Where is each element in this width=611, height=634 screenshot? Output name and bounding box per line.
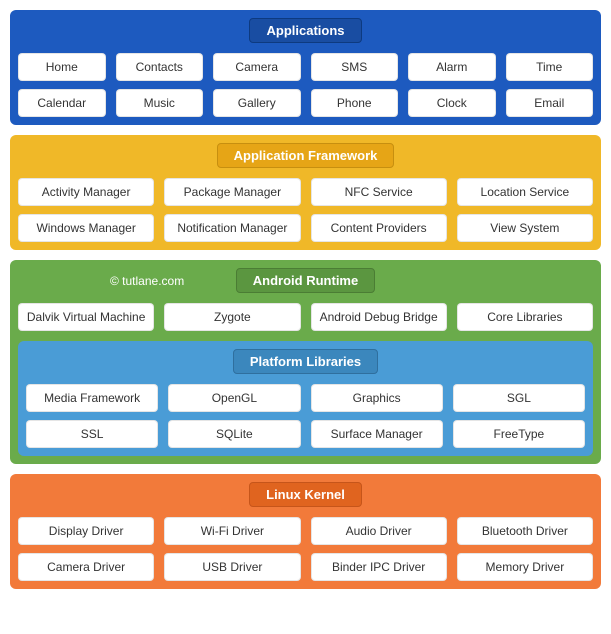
kn-binder-ipc-driver: Binder IPC Driver bbox=[311, 553, 447, 581]
app-sms: SMS bbox=[311, 53, 399, 81]
rt-dalvik: Dalvik Virtual Machine bbox=[18, 303, 154, 331]
kn-wifi-driver: Wi-Fi Driver bbox=[164, 517, 300, 545]
fw-content-providers: Content Providers bbox=[311, 214, 447, 242]
rt-zygote: Zygote bbox=[164, 303, 300, 331]
app-phone: Phone bbox=[311, 89, 399, 117]
fw-package-manager: Package Manager bbox=[164, 178, 300, 206]
kernel-row-1: Display Driver Wi-Fi Driver Audio Driver… bbox=[18, 517, 593, 545]
layer-title-kernel: Linux Kernel bbox=[249, 482, 362, 507]
framework-row-2: Windows Manager Notification Manager Con… bbox=[18, 214, 593, 242]
runtime-row-1: Dalvik Virtual Machine Zygote Android De… bbox=[18, 303, 593, 331]
app-music: Music bbox=[116, 89, 204, 117]
app-alarm: Alarm bbox=[408, 53, 496, 81]
kn-usb-driver: USB Driver bbox=[164, 553, 300, 581]
kn-memory-driver: Memory Driver bbox=[457, 553, 593, 581]
layer-kernel: Linux Kernel Display Driver Wi-Fi Driver… bbox=[10, 474, 601, 589]
app-camera: Camera bbox=[213, 53, 301, 81]
pl-media-framework: Media Framework bbox=[26, 384, 158, 412]
pl-graphics: Graphics bbox=[311, 384, 443, 412]
layer-title-runtime: Android Runtime bbox=[236, 268, 375, 293]
kernel-row-2: Camera Driver USB Driver Binder IPC Driv… bbox=[18, 553, 593, 581]
pl-sgl: SGL bbox=[453, 384, 585, 412]
fw-view-system: View System bbox=[457, 214, 593, 242]
kn-audio-driver: Audio Driver bbox=[311, 517, 447, 545]
layer-title-platform: Platform Libraries bbox=[233, 349, 378, 374]
pl-sqlite: SQLite bbox=[168, 420, 300, 448]
applications-row-1: Home Contacts Camera SMS Alarm Time bbox=[18, 53, 593, 81]
pl-opengl: OpenGL bbox=[168, 384, 300, 412]
layer-runtime: © tutlane.com Android Runtime Dalvik Vir… bbox=[10, 260, 601, 464]
pl-ssl: SSL bbox=[26, 420, 158, 448]
platform-row-2: SSL SQLite Surface Manager FreeType bbox=[26, 420, 585, 448]
fw-nfc-service: NFC Service bbox=[311, 178, 447, 206]
app-email: Email bbox=[506, 89, 594, 117]
fw-windows-manager: Windows Manager bbox=[18, 214, 154, 242]
pl-surface-manager: Surface Manager bbox=[311, 420, 443, 448]
app-calendar: Calendar bbox=[18, 89, 106, 117]
layer-framework: Application Framework Activity Manager P… bbox=[10, 135, 601, 250]
kn-camera-driver: Camera Driver bbox=[18, 553, 154, 581]
layer-title-applications: Applications bbox=[249, 18, 361, 43]
app-gallery: Gallery bbox=[213, 89, 301, 117]
pl-freetype: FreeType bbox=[453, 420, 585, 448]
platform-row-1: Media Framework OpenGL Graphics SGL bbox=[26, 384, 585, 412]
kn-bluetooth-driver: Bluetooth Driver bbox=[457, 517, 593, 545]
rt-core-libraries: Core Libraries bbox=[457, 303, 593, 331]
layer-platform: Platform Libraries Media Framework OpenG… bbox=[18, 341, 593, 456]
app-clock: Clock bbox=[408, 89, 496, 117]
applications-row-2: Calendar Music Gallery Phone Clock Email bbox=[18, 89, 593, 117]
layer-applications: Applications Home Contacts Camera SMS Al… bbox=[10, 10, 601, 125]
watermark: © tutlane.com bbox=[110, 274, 184, 288]
app-time: Time bbox=[506, 53, 594, 81]
app-contacts: Contacts bbox=[116, 53, 204, 81]
layer-title-framework: Application Framework bbox=[217, 143, 395, 168]
rt-adb: Android Debug Bridge bbox=[311, 303, 447, 331]
fw-notification-manager: Notification Manager bbox=[164, 214, 300, 242]
fw-activity-manager: Activity Manager bbox=[18, 178, 154, 206]
kn-display-driver: Display Driver bbox=[18, 517, 154, 545]
app-home: Home bbox=[18, 53, 106, 81]
framework-row-1: Activity Manager Package Manager NFC Ser… bbox=[18, 178, 593, 206]
fw-location-service: Location Service bbox=[457, 178, 593, 206]
